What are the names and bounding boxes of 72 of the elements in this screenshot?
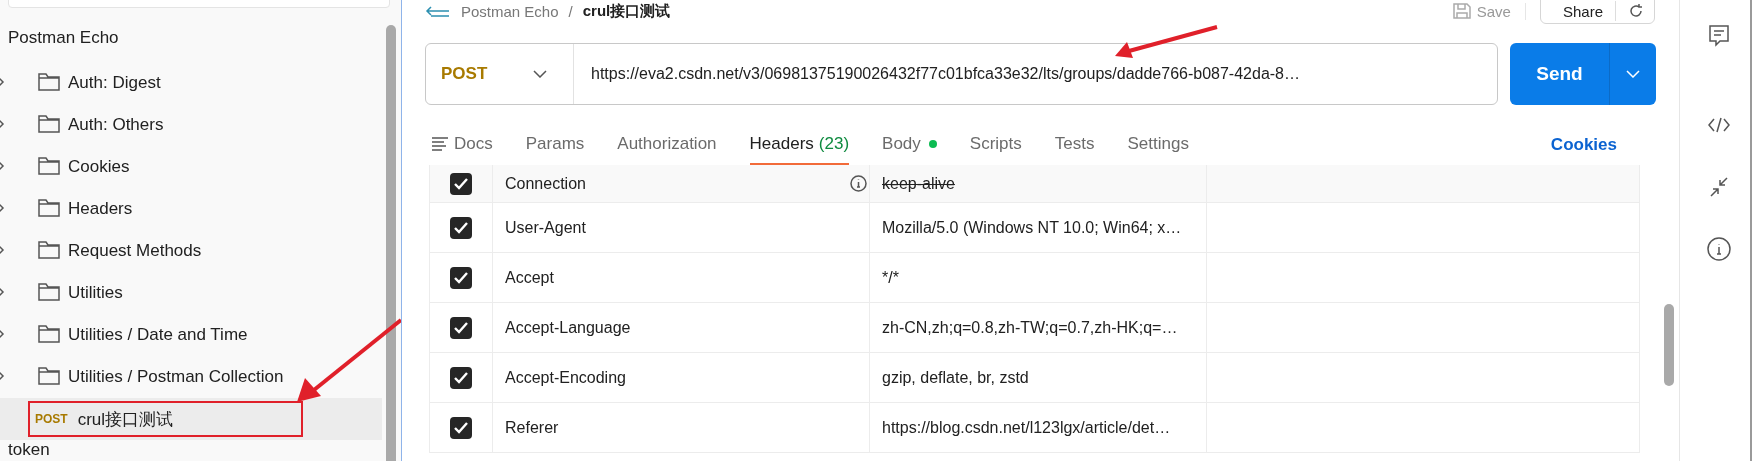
- folder-icon: [38, 154, 60, 175]
- checkbox[interactable]: [450, 316, 472, 339]
- header-key: User-Agent: [505, 218, 586, 237]
- tab[interactable]: Authorization: [617, 125, 717, 165]
- folder-name[interactable]: Headers: [68, 199, 133, 219]
- header-key: Accept-Encoding: [505, 368, 626, 387]
- lines-icon: [431, 137, 449, 151]
- tab[interactable]: Body: [882, 125, 937, 165]
- check-icon: [454, 371, 468, 384]
- folder-icon: [38, 280, 60, 301]
- header-key: Accept-Language: [505, 318, 631, 337]
- request-name: crul接口测试: [77, 408, 174, 431]
- header-value: gzip, deflate, br, zstd: [882, 368, 1029, 387]
- share-button[interactable]: Share: [1539, 0, 1655, 24]
- comment-icon[interactable]: [1709, 25, 1729, 47]
- cookies-link[interactable]: Cookies: [1550, 125, 1617, 165]
- request-item[interactable]: POST crul接口测试: [0, 398, 382, 440]
- folder-name[interactable]: Request Methods: [68, 241, 202, 261]
- folder-name[interactable]: Auth: Others: [68, 115, 164, 135]
- breadcrumb-link[interactable]: Postman Echo: [461, 2, 559, 20]
- method-label: POST: [35, 412, 68, 426]
- url-field[interactable]: POST https://eva2.csdn.net/v3/06981375190026432f77c01bfca33e32/lts/groups/dadde766-b087-42da-8…: [425, 43, 1498, 105]
- scrollbar-thumb[interactable]: [1664, 304, 1674, 386]
- request-title: crul接口测试: [582, 1, 671, 21]
- header-value: */*: [882, 268, 899, 287]
- chevron-down-icon: [1626, 70, 1640, 78]
- folder-name[interactable]: Utilities / Date and Time: [68, 325, 248, 345]
- header-value: https://blog.csdn.net/l123lgx/article/det…: [882, 418, 1171, 437]
- header-value: zh-CN,zh;q=0.8,zh-TW;q=0.7,zh-HK;q=…: [882, 318, 1178, 337]
- tab[interactable]: Docs: [431, 125, 493, 165]
- header-value: Mozilla/5.0 (Windows NT 10.0; Win64; x…: [882, 218, 1182, 237]
- folder-icon: [38, 364, 60, 385]
- check-icon: [454, 321, 468, 334]
- collection-name[interactable]: Postman Echo: [8, 28, 119, 48]
- folder-name[interactable]: Cookies: [68, 157, 130, 177]
- tab[interactable]: Settings: [1127, 125, 1189, 165]
- check-icon: [454, 271, 468, 284]
- checkbox[interactable]: [450, 172, 472, 195]
- checkbox[interactable]: [450, 266, 472, 289]
- refresh-icon: [1628, 3, 1644, 19]
- folder-icon: [38, 196, 60, 217]
- tab[interactable]: Scripts: [969, 125, 1022, 165]
- header-value: keep-alive: [882, 174, 955, 193]
- check-icon: [454, 221, 468, 234]
- folder-name[interactable]: Utilities / Postman Collection: [68, 367, 284, 387]
- folder-icon: [38, 322, 60, 343]
- collapse-icon[interactable]: [1710, 177, 1728, 197]
- method-dropdown[interactable]: POST: [426, 44, 574, 104]
- header-key: Connection: [505, 174, 586, 193]
- header-key: Accept: [505, 268, 554, 287]
- back-icon[interactable]: [425, 4, 451, 17]
- info-icon[interactable]: [1707, 237, 1731, 261]
- folder-name[interactable]: Auth: Digest: [68, 73, 161, 93]
- collection-name[interactable]: token: [8, 440, 50, 460]
- checkbox[interactable]: [450, 366, 472, 389]
- info-icon[interactable]: [850, 175, 867, 192]
- folder-icon: [38, 70, 60, 91]
- check-icon: [454, 177, 468, 190]
- code-icon[interactable]: [1708, 116, 1730, 134]
- scrollbar-thumb[interactable]: [386, 25, 396, 461]
- tab[interactable]: Tests: [1054, 125, 1095, 165]
- check-icon: [454, 421, 468, 434]
- folder-icon: [38, 112, 60, 133]
- breadcrumb-separator: /: [568, 2, 573, 20]
- checkbox[interactable]: [450, 216, 472, 239]
- header-key: Referer: [505, 418, 559, 437]
- tab[interactable]: Params: [525, 125, 585, 165]
- chevron-down-icon: [533, 70, 548, 78]
- checkbox[interactable]: [450, 416, 472, 439]
- folder-name[interactable]: Utilities: [68, 283, 123, 303]
- folder-icon: [38, 238, 60, 259]
- save-icon: [1452, 3, 1471, 19]
